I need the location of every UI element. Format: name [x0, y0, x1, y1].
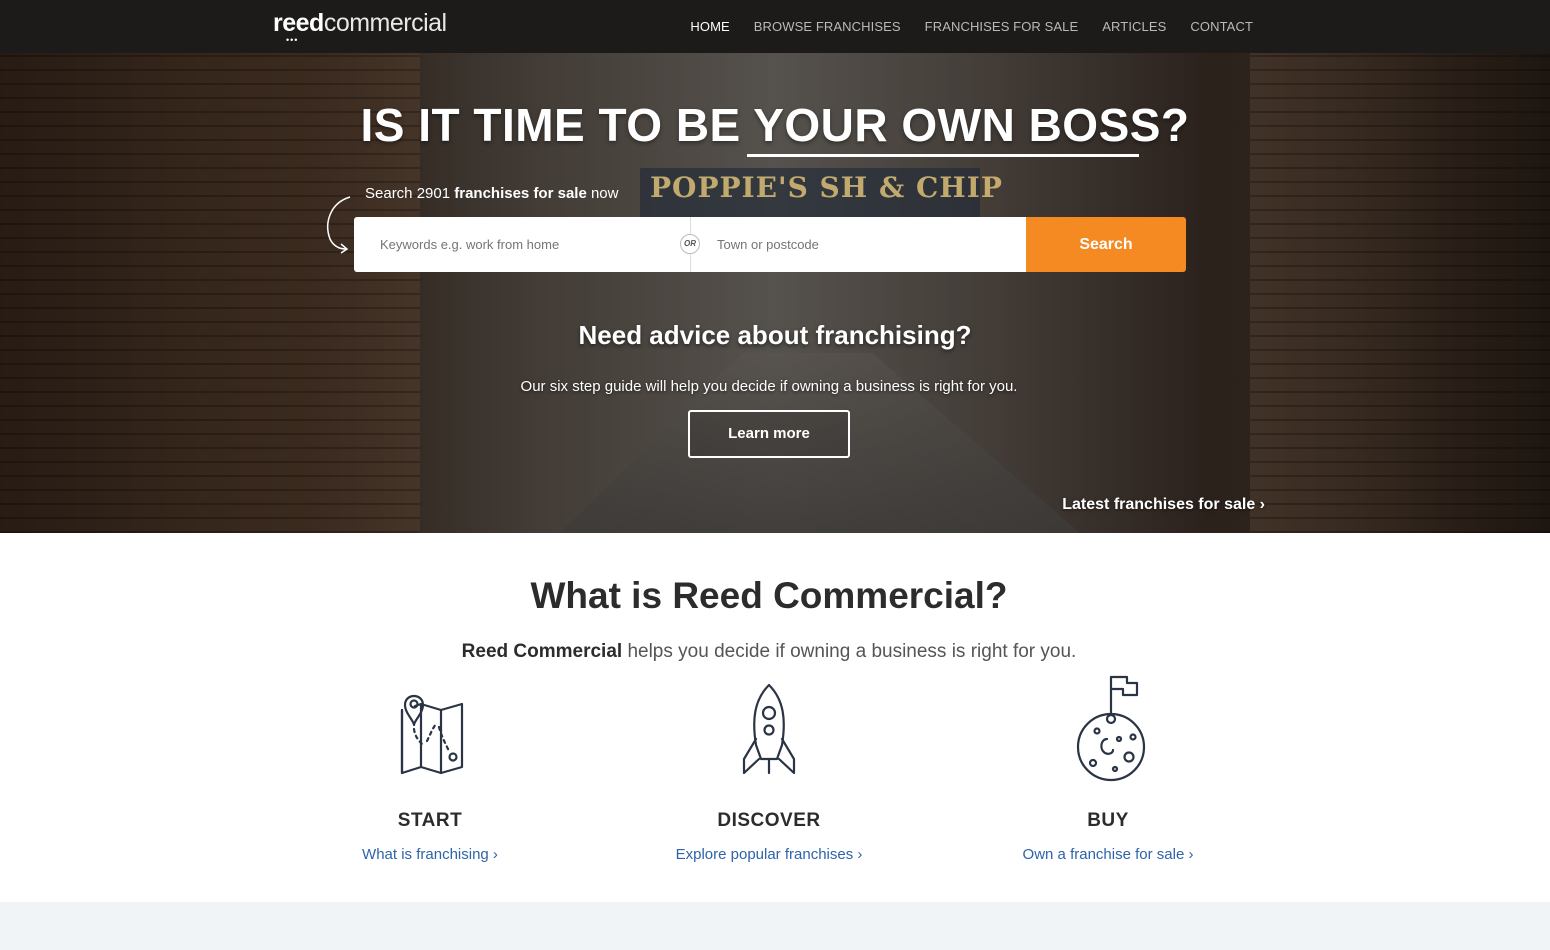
town-postcode-input[interactable] — [690, 217, 1026, 272]
logo-dots: ••• — [286, 35, 299, 45]
about-subtitle-rest: helps you decide if owning a business is… — [622, 641, 1077, 662]
feature-discover: DISCOVER Explore popular franchises › — [619, 675, 919, 863]
latest-franchises-link[interactable]: Latest franchises for sale › — [1062, 496, 1265, 514]
search-bar: Search — [354, 217, 1186, 272]
rocket-icon — [742, 683, 796, 775]
logo-bold-text: reed — [273, 9, 324, 37]
logo[interactable]: reedcommercial ••• — [273, 8, 447, 45]
advice-title: Need advice about franchising? — [578, 320, 972, 350]
feature-discover-link[interactable]: Explore popular franchises › — [619, 846, 919, 863]
search-hint-post: now — [586, 185, 619, 202]
search-hint: Search 2901 franchises for sale now — [365, 185, 618, 202]
about-subtitle: Reed Commercial helps you decide if owni… — [0, 641, 1538, 663]
about-title: What is Reed Commercial? — [530, 575, 1008, 616]
about-subtitle-brand: Reed Commercial — [461, 641, 623, 662]
nav-browse-franchises[interactable]: BROWSE FRANCHISES — [754, 19, 901, 34]
feature-buy-heading: BUY — [1087, 810, 1129, 831]
search-hint-pre: Search 2901 — [365, 185, 455, 202]
map-icon — [400, 694, 464, 775]
hero-title-underline — [747, 154, 1139, 157]
hero-section: POPPIE'S SH & CHIP IS IT TIME TO BE YOUR… — [0, 53, 1550, 533]
nav-articles[interactable]: ARTICLES — [1102, 19, 1166, 34]
top-navbar: reedcommercial ••• HOME BROWSE FRANCHISE… — [0, 0, 1550, 53]
hero-title: IS IT TIME TO BE YOUR OWN BOSS? — [360, 99, 1190, 151]
or-badge: OR — [680, 234, 700, 254]
nav-contact[interactable]: CONTACT — [1190, 19, 1253, 34]
keywords-input[interactable] — [354, 217, 690, 272]
curved-arrow-icon — [327, 196, 351, 254]
feature-start: START What is franchising › — [280, 675, 580, 863]
learn-more-button[interactable]: Learn more — [688, 410, 850, 458]
feature-start-heading: START — [397, 810, 463, 831]
moon-flag-icon — [1076, 675, 1146, 782]
feature-buy-link[interactable]: Own a franchise for sale › — [958, 846, 1258, 863]
main-nav: HOME BROWSE FRANCHISES FRANCHISES FOR SA… — [690, 0, 1253, 53]
logo-thin-text: commercial — [323, 9, 447, 37]
nav-home[interactable]: HOME — [690, 19, 729, 34]
next-section-band — [0, 902, 1550, 950]
feature-discover-heading: DISCOVER — [717, 810, 821, 831]
advice-text: Our six step guide will help you decide … — [520, 378, 1018, 395]
nav-franchises-for-sale[interactable]: FRANCHISES FOR SALE — [925, 19, 1079, 34]
hero-bg-shop-sign-text: POPPIE'S SH & CHIP — [650, 171, 1003, 204]
search-button[interactable]: Search — [1026, 217, 1186, 272]
feature-start-link[interactable]: What is franchising › — [280, 846, 580, 863]
feature-buy: BUY Own a franchise for sale › — [958, 675, 1258, 863]
search-hint-bold: franchises for sale — [454, 185, 587, 202]
